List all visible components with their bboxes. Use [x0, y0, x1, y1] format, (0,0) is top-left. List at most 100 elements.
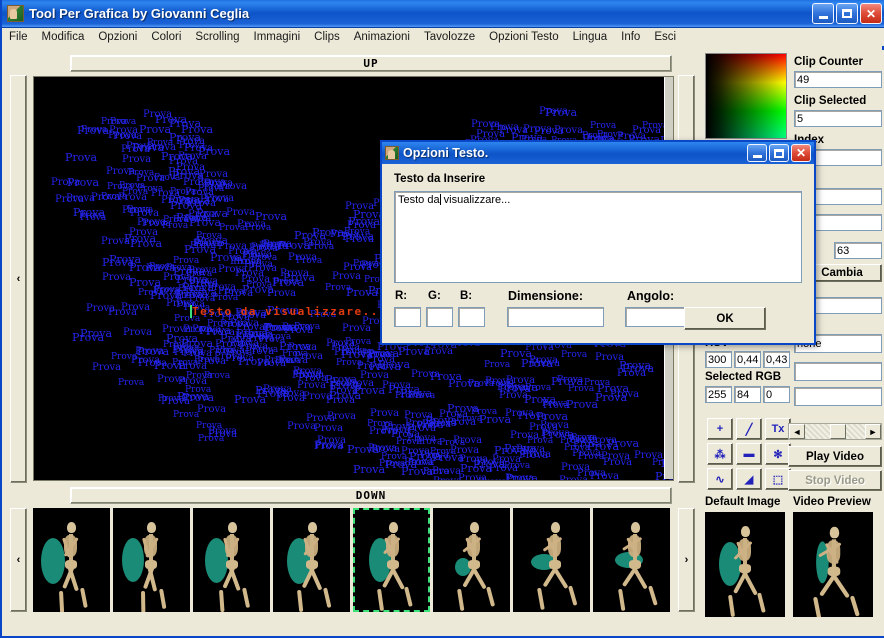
canvas-word: Prova: [80, 327, 113, 340]
r-input[interactable]: [394, 307, 421, 327]
canvas-word: Prova: [158, 394, 185, 404]
maximize-button[interactable]: [836, 3, 858, 24]
select-rect-icon: ⬚: [772, 473, 784, 486]
hsv-s-field[interactable]: 0,44: [734, 351, 761, 368]
menu-item-esci[interactable]: Esci: [647, 30, 683, 44]
menu-item-opzioni-testo[interactable]: Opzioni Testo: [482, 30, 565, 44]
canvas-word: Prova: [169, 131, 202, 144]
pencil-tool[interactable]: ╱: [736, 418, 762, 440]
filmstrip-prev-button[interactable]: ‹: [10, 508, 27, 612]
canvas-word: Prova: [151, 188, 181, 199]
scroll-down-bar[interactable]: DOWN: [70, 487, 672, 504]
filmstrip-next-button[interactable]: ›: [678, 508, 695, 612]
menu-item-info[interactable]: Info: [614, 30, 647, 44]
panel-field-7[interactable]: [794, 362, 882, 381]
leg-back-lower: [159, 588, 167, 610]
hsv-v-field[interactable]: 0,43: [763, 351, 790, 368]
b-label: B:: [460, 290, 473, 302]
dialog-close-button[interactable]: ✕: [791, 144, 811, 162]
dialog-minimize-button[interactable]: [747, 144, 767, 162]
hsv-h-field[interactable]: 300: [705, 351, 732, 368]
filmstrip-thumbnail[interactable]: [193, 508, 270, 612]
close-button[interactable]: ✕: [860, 3, 882, 24]
menu-item-clips[interactable]: Clips: [307, 30, 347, 44]
canvas-word: Prova: [506, 472, 539, 481]
palette-index-field[interactable]: 63: [834, 242, 882, 259]
canvas-word: Prova: [346, 286, 379, 299]
menu-item-lingua[interactable]: Lingua: [566, 30, 615, 44]
rgb-g-field[interactable]: 84: [734, 386, 761, 403]
canvas-word: Prova: [124, 232, 157, 245]
skull: [308, 522, 317, 533]
menu-item-file[interactable]: File: [2, 30, 35, 44]
canvas-word: Prova: [341, 346, 368, 356]
scroll-left-icon[interactable]: ◄: [789, 424, 805, 439]
filmstrip-thumbnail[interactable]: [113, 508, 190, 612]
leg-back-lower: [242, 587, 251, 608]
filmstrip-thumbnail[interactable]: [33, 508, 110, 612]
canvas-word: Prova: [183, 177, 213, 188]
menu-item-scrolling[interactable]: Scrolling: [188, 30, 246, 44]
menu-item-tavolozze[interactable]: Tavolozze: [417, 30, 482, 44]
clip-counter-field[interactable]: 49: [794, 71, 882, 88]
filmstrip-thumbnail[interactable]: [433, 508, 510, 612]
menu-item-animazioni[interactable]: Animazioni: [347, 30, 417, 44]
rgb-r-field[interactable]: 255: [705, 386, 732, 403]
fill-bucket-tool[interactable]: ◢: [736, 468, 762, 490]
dialog-minimize-icon: [752, 155, 762, 158]
skeleton-figure: [793, 512, 873, 617]
video-frame-scrollbar[interactable]: ◄ ►: [788, 423, 882, 440]
menu-item-opzioni[interactable]: Opzioni: [91, 30, 144, 44]
canvas-word: Prova: [265, 321, 298, 334]
scroll-left-button[interactable]: ‹: [10, 75, 27, 483]
spray-tool[interactable]: ⁂: [707, 443, 733, 465]
filmstrip-thumbnail[interactable]: [353, 508, 430, 612]
skull: [147, 522, 156, 533]
play-video-button[interactable]: Play Video: [788, 446, 882, 467]
rgb-b-field[interactable]: 0: [763, 386, 790, 403]
minimize-button[interactable]: [812, 3, 834, 24]
panel-field-8[interactable]: [794, 387, 882, 406]
g-input[interactable]: [426, 307, 453, 327]
video-preview-panel[interactable]: [793, 512, 873, 617]
crosshair-tool[interactable]: +: [707, 418, 733, 440]
curve-tool[interactable]: ∿: [707, 468, 733, 490]
canvas-word: Prova: [357, 361, 387, 372]
scroll-right-icon[interactable]: ►: [865, 424, 881, 439]
canvas-word: Prova: [51, 177, 81, 188]
dimensione-input[interactable]: [507, 307, 604, 327]
text-input-textarea[interactable]: Testo da visualizzare...: [394, 191, 802, 283]
canvas-word: Prova: [578, 452, 605, 462]
default-image-preview[interactable]: [705, 512, 785, 617]
canvas-word: Prova: [118, 378, 145, 388]
dialog-maximize-button[interactable]: [769, 144, 789, 162]
filmstrip-thumbnail[interactable]: [513, 508, 590, 612]
clip-selected-field[interactable]: 5: [794, 110, 882, 127]
menu-item-colori[interactable]: Colori: [144, 30, 188, 44]
canvas-word: Prova: [500, 347, 533, 360]
ok-button[interactable]: OK: [684, 307, 766, 330]
filmstrip-thumbnail[interactable]: [593, 508, 670, 612]
leg-back-lower: [849, 595, 860, 617]
minimize-icon: [818, 15, 828, 19]
menu-item-modifica[interactable]: Modifica: [35, 30, 92, 44]
scrollbar-thumb[interactable]: [830, 424, 847, 439]
skeleton-frame: [593, 508, 670, 612]
canvas-word: Prova: [111, 352, 138, 362]
canvas-word: Prova: [345, 201, 375, 212]
eraser-tool[interactable]: ▬: [736, 443, 762, 465]
canvas-word: Prova: [204, 371, 231, 381]
canvas-word: Prova: [297, 380, 327, 391]
application-window: Tool Per Grafica by Giovanni Ceglia ✕ Fi…: [0, 0, 884, 638]
scrollbar-track[interactable]: [805, 424, 865, 439]
angolo-input[interactable]: [625, 307, 685, 327]
filmstrip-thumbnail[interactable]: [273, 508, 350, 612]
color-gradient-picker[interactable]: [705, 53, 787, 139]
canvas-word: Prova: [121, 144, 151, 155]
b-input[interactable]: [458, 307, 485, 327]
scroll-up-bar[interactable]: UP: [70, 55, 672, 72]
canvas-word: Prova: [138, 358, 168, 369]
dialog-icon: [385, 146, 399, 160]
menu-item-immagini[interactable]: Immagini: [247, 30, 308, 44]
canvas-word: Prova: [102, 272, 132, 283]
